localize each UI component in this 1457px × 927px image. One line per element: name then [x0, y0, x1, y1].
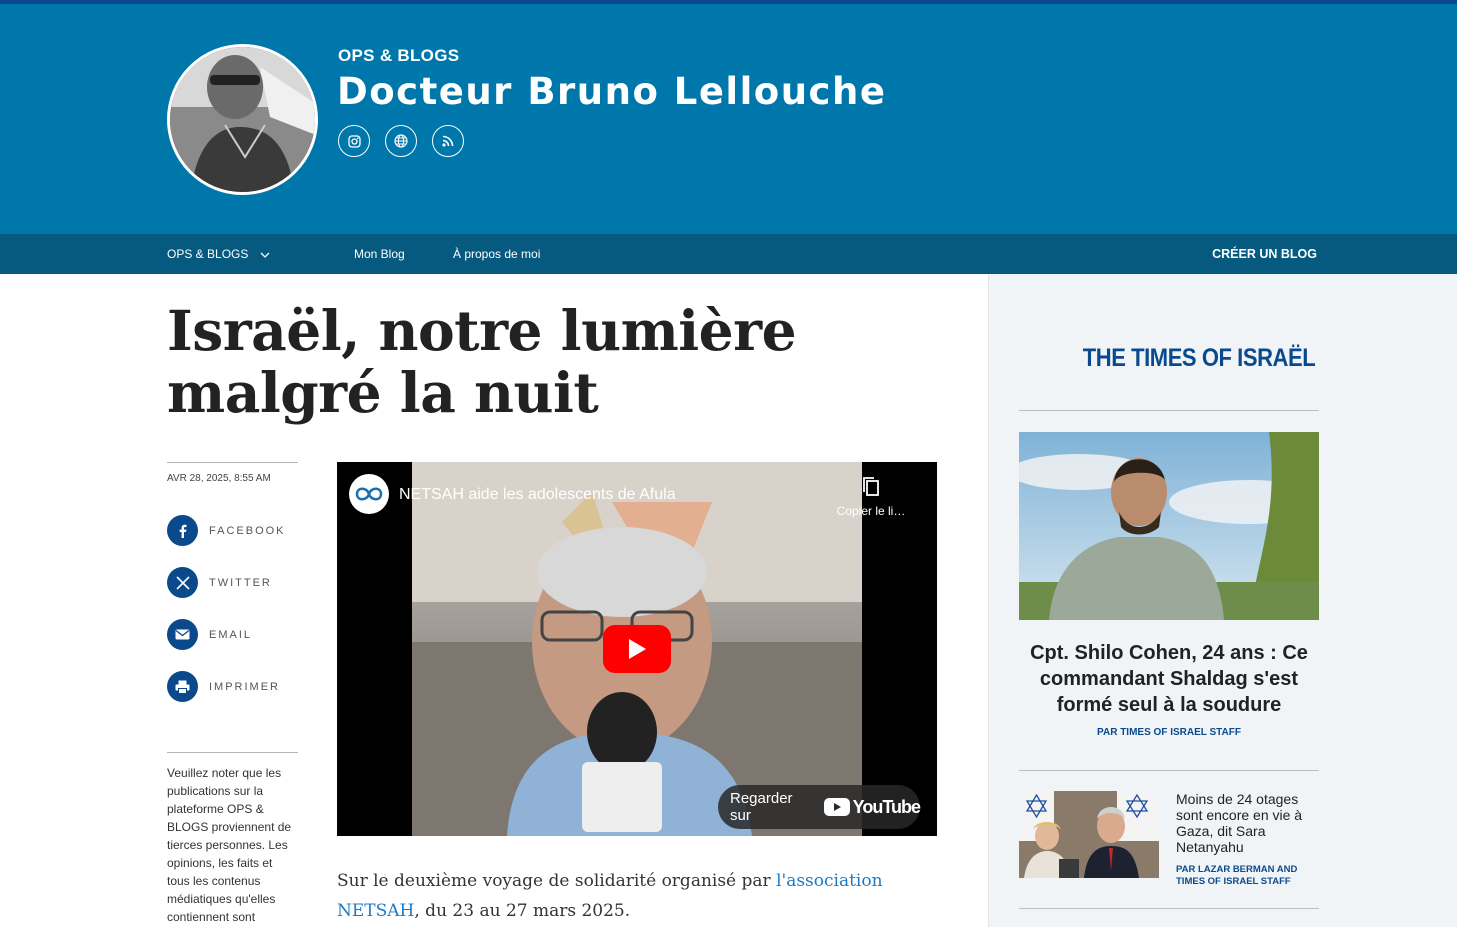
- body-text-start: Sur le deuxième voyage de solidarité org…: [337, 871, 777, 891]
- article-date: AVR 28, 2025, 8:55 AM: [167, 473, 271, 484]
- nav-my-blog[interactable]: Mon Blog: [354, 234, 405, 274]
- share-email-label: EMAIL: [209, 628, 253, 641]
- share-twitter-label: TWITTER: [209, 576, 272, 589]
- blog-header: OPS & BLOGS Docteur Bruno Lellouche: [0, 4, 1457, 234]
- secondary-article-image[interactable]: [1019, 791, 1159, 878]
- youtube-logo: YouTube: [823, 796, 921, 818]
- feature-article-image[interactable]: [1019, 432, 1319, 620]
- copy-link-label: Copier le li…: [836, 504, 906, 518]
- youtube-embed[interactable]: NETSAH aide les adolescents de Afula Cop…: [337, 462, 937, 836]
- disclaimer-text: Veuillez noter que les publications sur …: [167, 766, 292, 924]
- sidebar-divider: [1019, 908, 1319, 909]
- youtube-wordmark: YouTube: [852, 796, 921, 817]
- secondary-article-title[interactable]: Moins de 24 otages sont encore en vie à …: [1176, 791, 1316, 855]
- avatar-photo: [170, 47, 315, 192]
- feature-article-byline[interactable]: PAR TIMES OF ISRAEL STAFF: [1019, 727, 1319, 738]
- secondary-photo: [1019, 791, 1159, 878]
- watch-on-youtube-button[interactable]: Regarder sur YouTube: [718, 785, 921, 829]
- globe-icon: [394, 134, 408, 148]
- nav-about-me[interactable]: À propos de moi: [453, 234, 540, 274]
- nav-ops-blogs-dropdown[interactable]: OPS & BLOGS: [167, 234, 270, 274]
- meta-divider: [167, 462, 298, 463]
- instagram-icon: [347, 134, 361, 148]
- article-body: Sur le deuxième voyage de solidarité org…: [337, 866, 937, 926]
- watch-on-label: Regarder sur: [730, 790, 793, 824]
- secondary-article-byline[interactable]: PAR LAZAR BERMAN AND TIMES OF ISRAEL STA…: [1176, 864, 1316, 888]
- share-print[interactable]: IMPRIMER: [167, 671, 280, 702]
- play-button[interactable]: [603, 625, 671, 673]
- share-print-label: IMPRIMER: [209, 680, 280, 693]
- email-icon-circle: [167, 619, 198, 650]
- youtube-icon: [823, 798, 850, 816]
- main-nav: OPS & BLOGS Mon Blog À propos de moi CRÉ…: [0, 234, 1457, 274]
- sidebar-divider: [1019, 770, 1319, 771]
- email-icon: [175, 629, 190, 640]
- facebook-icon: [179, 524, 186, 538]
- copy-link-button[interactable]: Copier le li…: [831, 476, 911, 518]
- chevron-down-icon: [260, 252, 270, 258]
- feature-photo: [1019, 432, 1319, 620]
- article-headline: Israël, notre lumière malgré la nuit: [167, 298, 797, 425]
- author-avatar[interactable]: [167, 44, 318, 195]
- share-twitter[interactable]: TWITTER: [167, 567, 272, 598]
- copy-icon: [863, 477, 879, 496]
- body-text-end: , du 23 au 27 mars 2025.: [414, 901, 631, 921]
- share-facebook[interactable]: FACEBOOK: [167, 515, 286, 546]
- netsah-logo-icon: [355, 487, 383, 501]
- rss-icon: [442, 135, 454, 147]
- disclaimer-divider: [167, 752, 298, 753]
- author-social-links: [338, 125, 464, 157]
- x-icon-circle: [167, 567, 198, 598]
- rss-link[interactable]: [432, 125, 464, 157]
- sidebar-divider: [1019, 410, 1319, 411]
- sidebar: THE TIMES OF ISRAËL Cpt. Shilo Cohen, 24…: [988, 274, 1457, 927]
- video-title[interactable]: NETSAH aide les adolescents de Afula: [399, 486, 676, 504]
- instagram-link[interactable]: [338, 125, 370, 157]
- section-label[interactable]: OPS & BLOGS: [338, 46, 459, 66]
- times-of-israel-logo[interactable]: THE TIMES OF ISRAËL: [1041, 344, 1358, 373]
- create-blog-link[interactable]: CRÉER UN BLOG: [1212, 234, 1317, 274]
- website-link[interactable]: [385, 125, 417, 157]
- play-icon: [629, 639, 646, 659]
- author-name[interactable]: Docteur Bruno Lellouche: [337, 70, 886, 113]
- print-icon-circle: [167, 671, 198, 702]
- feature-article-title[interactable]: Cpt. Shilo Cohen, 24 ans : Ce commandant…: [1019, 640, 1319, 718]
- facebook-icon-circle: [167, 515, 198, 546]
- channel-avatar[interactable]: [349, 474, 389, 514]
- share-email[interactable]: EMAIL: [167, 619, 252, 650]
- print-icon: [175, 680, 190, 694]
- nav-ops-blogs-label: OPS & BLOGS: [167, 247, 249, 261]
- share-facebook-label: FACEBOOK: [209, 524, 286, 537]
- x-icon: [175, 575, 190, 590]
